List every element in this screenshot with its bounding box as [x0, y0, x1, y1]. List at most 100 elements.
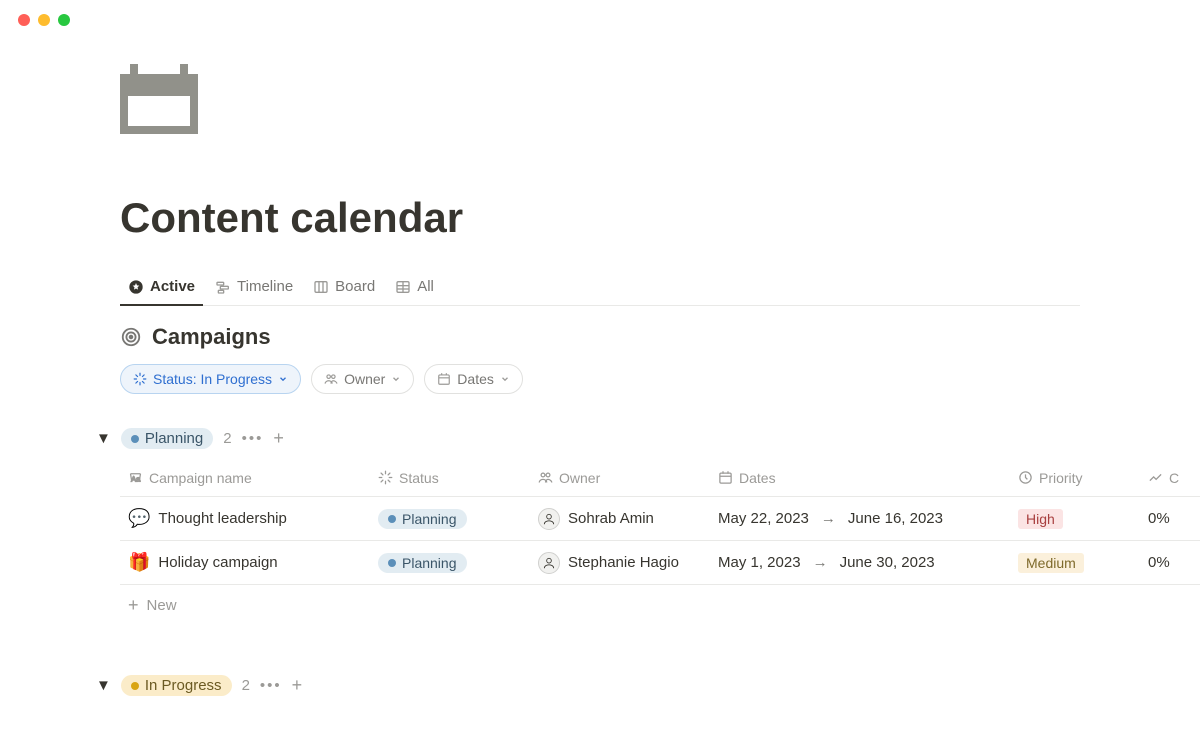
section-title: Campaigns [152, 324, 271, 350]
filter-dates[interactable]: Dates [424, 364, 523, 394]
arrow-right-icon: → [821, 510, 836, 527]
star-badge-icon [128, 279, 144, 295]
status-dot-icon [131, 682, 139, 690]
filter-label: Owner [344, 371, 385, 387]
group-toggle[interactable]: ▼ [96, 430, 111, 447]
status-dot-icon [388, 515, 396, 523]
table-row[interactable]: 💬 Thought leadership Planning Sohrab Ami… [120, 497, 1200, 541]
status-dot-icon [388, 559, 396, 567]
people-icon [324, 372, 338, 386]
filter-bar: Status: In Progress Owner Dates [120, 364, 1080, 394]
group-toggle[interactable]: ▼ [96, 677, 111, 694]
cell-status[interactable]: Planning [370, 509, 530, 529]
avatar [538, 552, 560, 574]
cell-dates[interactable]: May 22, 2023 → June 16, 2023 [710, 510, 1010, 527]
status-label: Planning [402, 555, 457, 571]
row-emoji-icon: 💬 [128, 508, 150, 529]
cell-priority[interactable]: High [1010, 509, 1140, 529]
completion-value: 0% [1148, 554, 1170, 571]
calendar-icon [718, 470, 733, 485]
status-spinner-icon [378, 470, 393, 485]
group-in-progress: ▼ In Progress 2 ••• + [96, 675, 1080, 696]
col-label: Dates [739, 470, 776, 486]
column-headers: Aa Campaign name Status Owner Dates [120, 459, 1200, 497]
filter-label: Status: In Progress [153, 371, 272, 387]
filter-status[interactable]: Status: In Progress [120, 364, 301, 394]
col-label: Campaign name [149, 470, 252, 486]
date-end: June 30, 2023 [840, 554, 935, 571]
new-row-label: New [147, 597, 177, 614]
group-add-button[interactable]: + [292, 675, 303, 696]
table-icon [395, 279, 411, 295]
tab-label: Board [335, 278, 375, 295]
minimize-window-button[interactable] [38, 14, 50, 26]
people-icon [538, 470, 553, 485]
new-row-button[interactable]: + New [120, 585, 1200, 625]
cell-name: 💬 Thought leadership [120, 508, 370, 529]
page-icon-calendar[interactable] [120, 64, 198, 134]
filter-owner[interactable]: Owner [311, 364, 414, 394]
cell-owner[interactable]: Sohrab Amin [530, 508, 710, 530]
col-label: Priority [1039, 470, 1083, 486]
col-status[interactable]: Status [370, 470, 530, 486]
timeline-icon [215, 279, 231, 295]
cell-owner[interactable]: Stephanie Hagio [530, 552, 710, 574]
date-start: May 1, 2023 [718, 554, 801, 571]
table-row[interactable]: 🎁 Holiday campaign Planning Stephanie Ha… [120, 541, 1200, 585]
page-title[interactable]: Content calendar [120, 194, 1080, 242]
calendar-icon [437, 372, 451, 386]
group-status-tag[interactable]: Planning [121, 428, 213, 449]
row-emoji-icon: 🎁 [128, 552, 150, 573]
tab-timeline[interactable]: Timeline [207, 272, 301, 305]
col-campaign-name[interactable]: Aa Campaign name [120, 470, 370, 486]
filter-label: Dates [457, 371, 494, 387]
section-heading: Campaigns [120, 324, 1080, 350]
status-spinner-icon [133, 372, 147, 386]
priority-tag: High [1018, 509, 1063, 529]
col-label: Status [399, 470, 439, 486]
col-completion[interactable]: C [1140, 470, 1200, 486]
status-label: Planning [402, 511, 457, 527]
group-status-tag[interactable]: In Progress [121, 675, 232, 696]
completion-value: 0% [1148, 510, 1170, 527]
status-dot-icon [131, 435, 139, 443]
cell-dates[interactable]: May 1, 2023 → June 30, 2023 [710, 554, 1010, 571]
group-header: ▼ In Progress 2 ••• + [96, 675, 1080, 696]
date-start: May 22, 2023 [718, 510, 809, 527]
priority-icon [1018, 470, 1033, 485]
maximize-window-button[interactable] [58, 14, 70, 26]
view-tabs: Active Timeline Board All [120, 272, 1080, 306]
group-count: 2 [242, 677, 250, 694]
cell-completion[interactable]: 0% [1140, 510, 1200, 527]
owner-name: Sohrab Amin [568, 510, 654, 527]
svg-text:Aa: Aa [131, 474, 141, 483]
group-count: 2 [223, 430, 231, 447]
cell-name: 🎁 Holiday campaign [120, 552, 370, 573]
tab-label: Active [150, 278, 195, 295]
campaign-name: Thought leadership [158, 510, 286, 527]
cell-completion[interactable]: 0% [1140, 554, 1200, 571]
tab-board[interactable]: Board [305, 272, 383, 305]
tab-label: All [417, 278, 434, 295]
tab-all[interactable]: All [387, 272, 442, 305]
col-priority[interactable]: Priority [1010, 470, 1140, 486]
plus-icon: + [128, 595, 139, 616]
tab-active[interactable]: Active [120, 272, 203, 305]
text-icon: Aa [128, 470, 143, 485]
table: Aa Campaign name Status Owner Dates [120, 459, 1200, 625]
group-header: ▼ Planning 2 ••• + [96, 428, 1080, 449]
group-more-button[interactable]: ••• [242, 430, 264, 447]
group-more-button[interactable]: ••• [260, 677, 282, 694]
col-label: Owner [559, 470, 600, 486]
chart-icon [1148, 470, 1163, 485]
tab-label: Timeline [237, 278, 293, 295]
cell-status[interactable]: Planning [370, 553, 530, 573]
chevron-down-icon [500, 374, 510, 384]
group-planning: ▼ Planning 2 ••• + Aa Campaign name Stat… [96, 428, 1080, 625]
col-label: C [1169, 470, 1179, 486]
col-owner[interactable]: Owner [530, 470, 710, 486]
col-dates[interactable]: Dates [710, 470, 1010, 486]
cell-priority[interactable]: Medium [1010, 553, 1140, 573]
group-add-button[interactable]: + [273, 428, 284, 449]
close-window-button[interactable] [18, 14, 30, 26]
